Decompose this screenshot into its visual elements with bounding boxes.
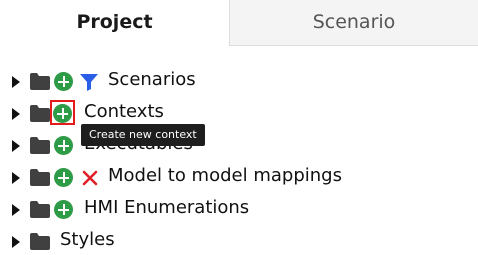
filter-icon bbox=[80, 74, 98, 91]
tree-item-label: Contexts bbox=[84, 101, 164, 122]
folder-icon bbox=[30, 201, 50, 218]
tree-item-label: Model to model mappings bbox=[108, 165, 342, 186]
expand-caret-icon[interactable] bbox=[12, 108, 20, 120]
expand-caret-icon[interactable] bbox=[12, 140, 20, 152]
expand-caret-icon[interactable] bbox=[12, 172, 20, 184]
tree-item-scenarios[interactable]: Scenarios bbox=[0, 66, 478, 98]
folder-icon bbox=[30, 73, 50, 90]
tree-item-styles[interactable]: Styles bbox=[0, 226, 478, 255]
tree-item-label: HMI Enumerations bbox=[84, 197, 250, 218]
add-scenario-button[interactable] bbox=[54, 72, 73, 91]
expand-caret-icon[interactable] bbox=[12, 76, 20, 88]
tab-project[interactable]: Project bbox=[0, 0, 229, 46]
tab-bar: Project Scenario bbox=[0, 0, 478, 46]
tab-scenario[interactable]: Scenario bbox=[229, 0, 478, 46]
expand-caret-icon[interactable] bbox=[12, 204, 20, 216]
tree-item-contexts[interactable]: Contexts bbox=[0, 98, 478, 130]
add-context-button[interactable] bbox=[53, 104, 72, 123]
x-icon bbox=[82, 170, 98, 186]
project-explorer-panel: Project Scenario Scenarios Contexts Mode… bbox=[0, 0, 478, 255]
tree-item-label: Styles bbox=[60, 229, 115, 250]
expand-caret-icon[interactable] bbox=[12, 236, 20, 248]
folder-icon bbox=[30, 137, 50, 154]
add-mapping-button[interactable] bbox=[54, 168, 73, 187]
tree-item-model-mappings[interactable]: Model to model mappings bbox=[0, 162, 478, 194]
tree-item-executables[interactable]: Executables bbox=[0, 130, 478, 162]
folder-icon bbox=[30, 105, 50, 122]
folder-icon bbox=[30, 169, 50, 186]
tree-item-label: Scenarios bbox=[108, 69, 196, 90]
folder-icon bbox=[30, 233, 50, 250]
add-executable-button[interactable] bbox=[54, 136, 73, 155]
tooltip: Create new context bbox=[81, 124, 205, 146]
tree-item-hmi-enumerations[interactable]: HMI Enumerations bbox=[0, 194, 478, 226]
add-hmi-enumeration-button[interactable] bbox=[54, 200, 73, 219]
